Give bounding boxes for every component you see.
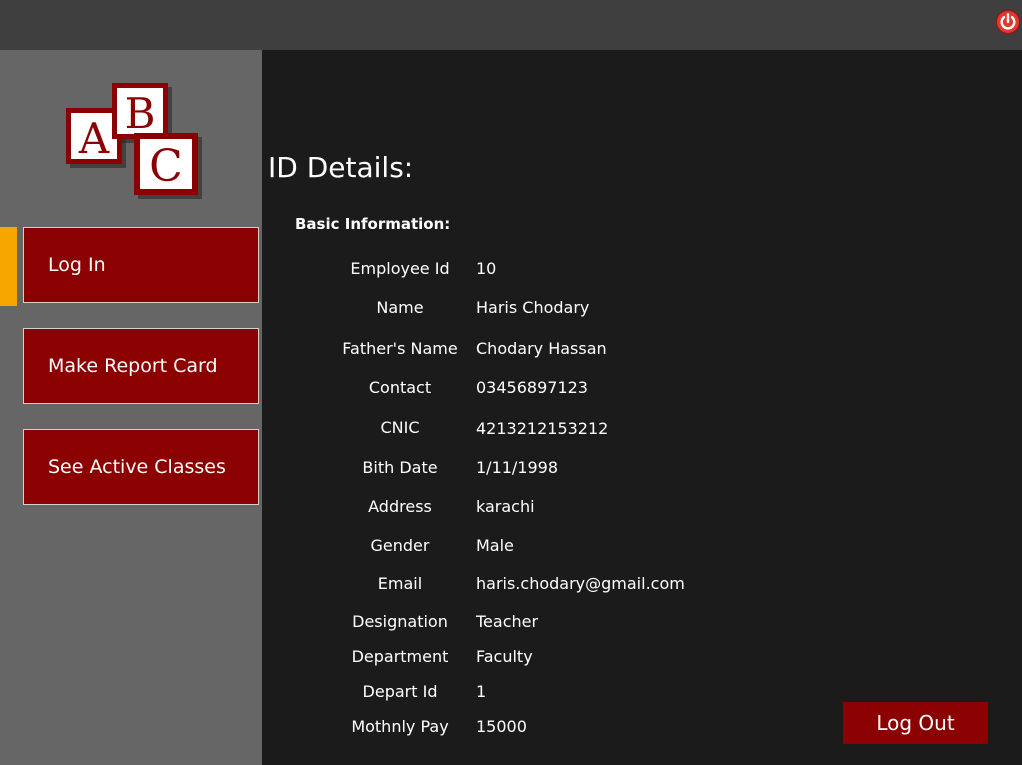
field-label-email: Email — [377, 574, 423, 593]
active-nav-indicator — [0, 227, 17, 306]
power-icon — [995, 9, 1021, 35]
page-title: ID Details: — [268, 151, 414, 184]
field-value-gender: Male — [476, 536, 514, 555]
abc-blocks-logo: A B C — [60, 80, 210, 200]
field-value-monthly-pay: 15000 — [476, 717, 527, 736]
section-title: Basic Information: — [295, 215, 451, 233]
field-value-department: Faculty — [476, 647, 533, 666]
field-value-address: karachi — [476, 497, 535, 516]
field-value-depart-id: 1 — [476, 682, 487, 701]
field-value-cnic: 4213212153212 — [476, 419, 609, 438]
field-value-fathers-name: Chodary Hassan — [476, 339, 607, 358]
field-value-employee-id: 10 — [476, 259, 497, 278]
power-button[interactable] — [995, 9, 1021, 35]
svg-text:A: A — [78, 114, 110, 163]
field-label-monthly-pay: Mothnly Pay — [351, 717, 449, 736]
field-label-cnic: CNIC — [380, 418, 420, 437]
sidebar-item-label: Log In — [48, 254, 106, 276]
field-label-fathers-name: Father's Name — [342, 339, 458, 358]
field-label-address: Address — [368, 497, 432, 516]
sidebar-item-label: See Active Classes — [48, 456, 226, 478]
title-bar — [0, 0, 1022, 50]
field-label-employee-id: Employee Id — [350, 259, 450, 278]
field-label-department: Department — [351, 647, 449, 666]
sidebar-item-make-report-card[interactable]: Make Report Card — [23, 328, 259, 404]
sidebar-item-log-in[interactable]: Log In — [23, 227, 259, 303]
field-value-email: haris.chodary@gmail.com — [476, 574, 685, 593]
main-panel: ID Details: Basic Information: Employee … — [262, 50, 1022, 765]
field-label-depart-id: Depart Id — [362, 682, 438, 701]
field-label-gender: Gender — [370, 536, 430, 555]
field-label-designation: Designation — [352, 612, 448, 631]
field-value-birth-date: 1/11/1998 — [476, 458, 559, 477]
field-label-contact: Contact — [368, 378, 432, 397]
sidebar: A B C Log In Make Report Card See Active… — [0, 50, 262, 765]
field-value-contact: 03456897123 — [476, 378, 588, 397]
sidebar-item-label: Make Report Card — [48, 355, 218, 377]
field-value-designation: Teacher — [476, 612, 539, 631]
sidebar-item-see-active-classes[interactable]: See Active Classes — [23, 429, 259, 505]
logout-button[interactable]: Log Out — [843, 702, 988, 744]
field-label-birth-date: Bith Date — [362, 458, 438, 477]
svg-text:C: C — [149, 141, 183, 192]
svg-text:B: B — [125, 89, 156, 138]
field-label-name: Name — [376, 298, 424, 317]
field-value-name: Haris Chodary — [476, 298, 590, 317]
